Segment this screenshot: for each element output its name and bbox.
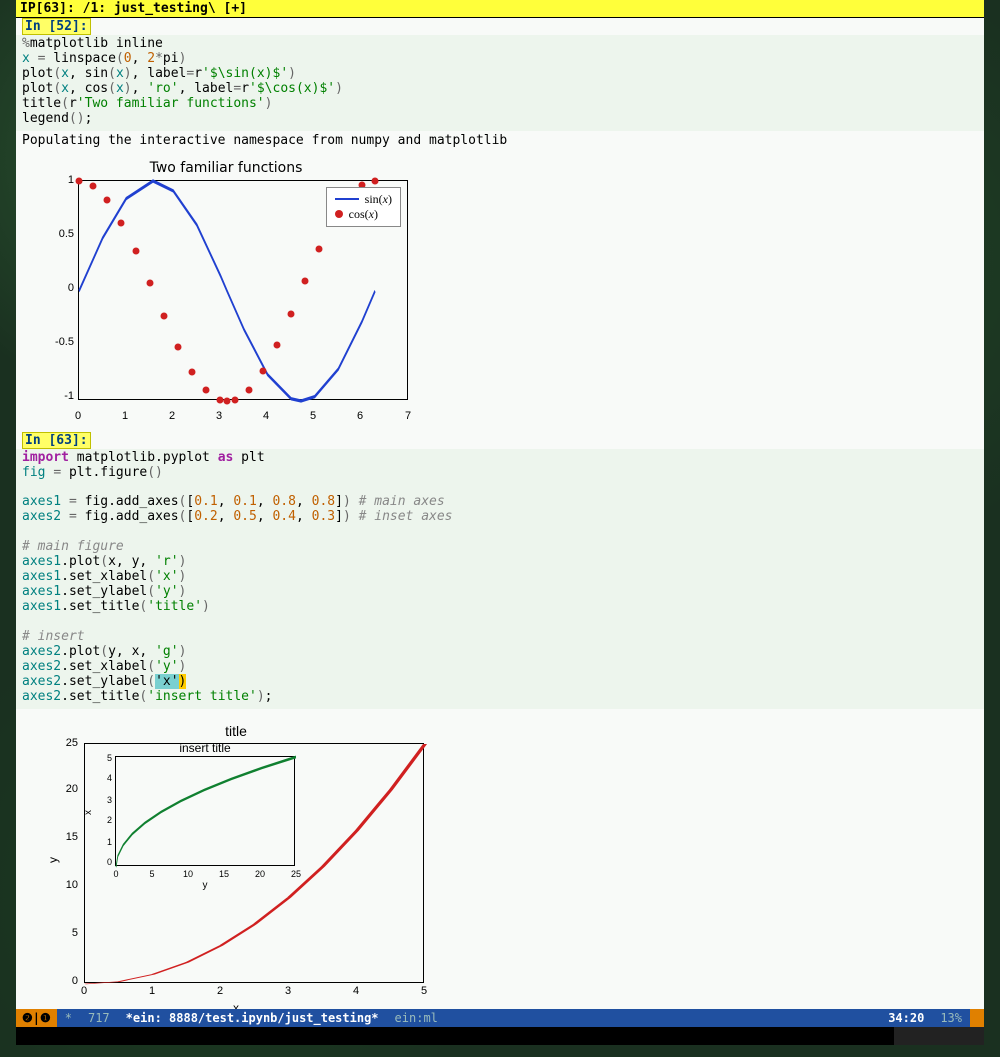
editor-frame: IP[63]: /1: just_testing\ [+] In [52]: %… [16,0,984,1027]
chart-title: Two familiar functions [36,160,416,176]
ytick: 0.5 [36,228,74,240]
cell-2-plot-output: title y 0 5 10 15 20 25 insert title [16,709,984,1019]
xtick: 7 [405,410,411,422]
modeline-percent: 13% [932,1011,970,1025]
ytick: 5 [36,927,78,939]
chart-two-familiar-functions: Two familiar functions 1 0.5 0 -0.5 -1 [36,160,416,420]
modeline-modified-star: * [57,1011,80,1025]
modeline-cursor-pos: 34:20 [880,1011,932,1025]
chart-legend: sin(x) cos(x) [326,187,401,227]
cell-code-2[interactable]: import matplotlib.pyplot as plt fig = pl… [16,449,984,709]
xtick: 2 [217,985,223,997]
window-titlebar: IP[63]: /1: just_testing\ [+] [16,0,984,18]
main-plot-box: insert title x 0 1 2 3 4 5 [84,743,424,983]
inset-ylabel: x [83,810,94,815]
cell-code-1[interactable]: %matplotlib inline x = linspace(0, 2*pi)… [16,35,984,131]
ytick: 1 [36,174,74,186]
ytick: 25 [36,737,78,749]
xtick: 5 [310,410,316,422]
xtick: 3 [216,410,222,422]
legend-sin: sin(x) [365,192,392,207]
modeline-line: 717 [80,1011,118,1025]
xtick: 1 [122,410,128,422]
modeline: ❷|❶ * 717 *ein: 8888/test.ipynb/just_tes… [16,1009,984,1027]
echo-area[interactable] [16,1027,984,1045]
ytick: -0.5 [36,336,74,348]
cell-2: In [63]: import matplotlib.pyplot as plt… [16,432,984,1019]
inset-plot-box: insert title x 0 1 2 3 4 5 [115,756,295,866]
ytick: 0 [36,282,74,294]
xtick: 2 [169,410,175,422]
cell-output-text: Populating the interactive namespace fro… [16,131,984,150]
xtick: 4 [263,410,269,422]
xtick: 1 [149,985,155,997]
xtick: 0 [81,985,87,997]
cell-prompt: In [52]: [22,18,91,35]
inset-title: insert title [116,741,294,755]
chart-title-inset: title y 0 5 10 15 20 25 insert title [36,723,436,1013]
plot-box: sin(x) cos(x) [78,180,408,400]
modeline-buffer-name: *ein: 8888/test.ipynb/just_testing* [118,1011,387,1025]
cell-1: In [52]: %matplotlib inline x = linspace… [16,18,984,426]
ytick: 10 [36,879,78,891]
buffer-content[interactable]: In [52]: %matplotlib inline x = linspace… [16,18,984,1027]
inset-xlabel: y [116,880,294,891]
xtick: 5 [421,985,427,997]
legend-cos: cos(x) [349,207,378,222]
ytick: 0 [36,975,78,987]
modeline-workspace-badge: ❷|❶ [16,1009,57,1027]
modeline-major-mode: ein:ml [387,1011,446,1025]
xtick: 3 [285,985,291,997]
cell-1-plot-output: Two familiar functions 1 0.5 0 -0.5 -1 [16,150,984,426]
xtick: 0 [75,410,81,422]
xtick: 4 [353,985,359,997]
ytick: 20 [36,783,78,795]
chart-title: title [36,723,436,739]
ytick: -1 [36,390,74,402]
ytick: 15 [36,831,78,843]
inset-green-line [116,757,296,867]
y-axis-label: y [46,857,60,863]
cell-prompt: In [63]: [22,432,91,449]
xtick: 6 [357,410,363,422]
